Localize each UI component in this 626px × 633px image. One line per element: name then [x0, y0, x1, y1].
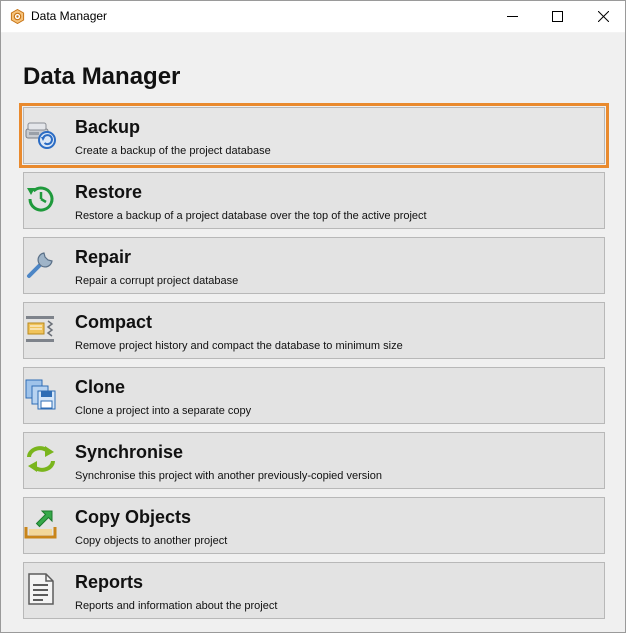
backup-icon [24, 117, 58, 151]
synchronise-title: Synchronise [75, 442, 184, 462]
synchronise-description: Synchronise this project with another pr… [75, 470, 382, 482]
reports-title: Reports [75, 572, 144, 592]
compact-title: Compact [75, 312, 153, 332]
repair-icon [24, 247, 58, 281]
synchronise-icon [24, 442, 58, 476]
close-icon [597, 11, 609, 22]
copy-objects-description: Copy objects to another project [75, 535, 228, 547]
copy-objects-item[interactable]: Copy Objects Copy objects to another pro… [23, 497, 605, 554]
maximize-button[interactable] [534, 1, 580, 32]
backup-description: Create a backup of the project database [75, 145, 271, 157]
copy-objects-icon [24, 507, 58, 541]
compact-icon [24, 312, 58, 346]
clone-item[interactable]: Clone Clone a project into a separate co… [23, 367, 605, 424]
restore-description: Restore a backup of a project database o… [75, 210, 427, 222]
clone-description: Clone a project into a separate copy [75, 405, 252, 417]
maximize-icon [551, 11, 563, 22]
repair-title: Repair [75, 247, 132, 267]
page-title: Data Manager [23, 63, 181, 90]
compact-item[interactable]: Compact Remove project history and compa… [23, 302, 605, 359]
restore-item[interactable]: Restore Restore a backup of a project da… [23, 172, 605, 229]
restore-icon [24, 182, 58, 216]
window-title: Data Manager [31, 9, 108, 23]
minimize-button[interactable] [489, 1, 535, 32]
data-manager-window: Data Manager Data Manager Backup Create … [0, 0, 626, 633]
app-logo-icon [10, 8, 25, 25]
close-button[interactable] [580, 1, 625, 32]
repair-item[interactable]: Repair Repair a corrupt project database [23, 237, 605, 294]
repair-description: Repair a corrupt project database [75, 275, 239, 287]
reports-description: Reports and information about the projec… [75, 600, 278, 612]
minimize-icon [506, 16, 518, 17]
compact-description: Remove project history and compact the d… [75, 340, 403, 352]
clone-icon [24, 377, 58, 411]
reports-item[interactable]: Reports Reports and information about th… [23, 562, 605, 619]
backup-item[interactable]: Backup Create a backup of the project da… [19, 103, 609, 168]
synchronise-item[interactable]: Synchronise Synchronise this project wit… [23, 432, 605, 489]
clone-title: Clone [75, 377, 126, 397]
restore-title: Restore [75, 182, 143, 202]
reports-icon [24, 572, 58, 606]
title-bar: Data Manager [1, 1, 625, 33]
backup-title: Backup [75, 117, 141, 137]
copy-objects-title: Copy Objects [75, 507, 192, 527]
action-list: Backup Create a backup of the project da… [19, 103, 609, 627]
